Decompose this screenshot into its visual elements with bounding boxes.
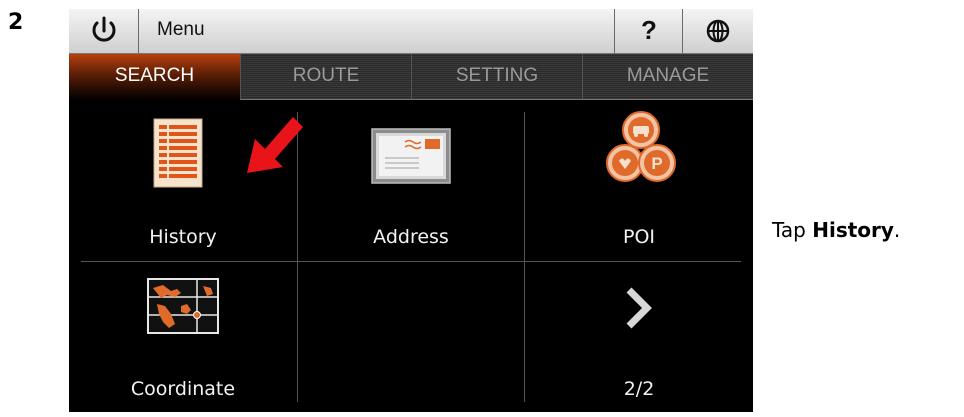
- language-button[interactable]: [683, 9, 753, 53]
- instruction-target: History: [812, 218, 894, 242]
- next-page-button[interactable]: 2/2: [525, 262, 753, 412]
- power-icon: [92, 16, 116, 42]
- svg-text:P: P: [651, 154, 662, 173]
- instruction-suffix: .: [893, 218, 901, 242]
- help-button[interactable]: ?: [615, 9, 683, 53]
- tab-setting[interactable]: SETTING: [411, 54, 582, 100]
- address-button[interactable]: Address: [298, 100, 524, 262]
- coordinate-button[interactable]: Coordinate: [69, 262, 297, 412]
- history-label: History: [149, 226, 217, 248]
- globe-icon: [706, 19, 730, 43]
- tab-route[interactable]: ROUTE: [240, 54, 411, 100]
- menu-button[interactable]: Menu: [139, 9, 615, 53]
- empty-cell: [298, 262, 524, 412]
- history-list-icon: [153, 118, 203, 188]
- poi-label: POI: [622, 226, 656, 248]
- poi-button[interactable]: P POI: [525, 100, 753, 262]
- poi-icon: P: [606, 111, 676, 182]
- step-number: 2: [8, 10, 24, 35]
- device-screen: Menu ? SEARCH ROUTE SETTING MANAGE Histo…: [69, 9, 753, 412]
- power-button[interactable]: [69, 9, 139, 53]
- envelope-icon: [371, 128, 451, 184]
- instruction-text: Tap History.: [772, 218, 900, 242]
- help-icon: ?: [641, 15, 657, 45]
- address-label: Address: [373, 226, 449, 248]
- coordinate-label: Coordinate: [130, 378, 236, 400]
- map-coordinate-icon: [147, 278, 219, 334]
- tab-search[interactable]: SEARCH: [69, 54, 240, 100]
- top-bar: Menu ?: [69, 9, 753, 54]
- instruction-prefix: Tap: [772, 218, 813, 242]
- page-indicator: 2/2: [623, 378, 655, 400]
- next-page-chevron-icon: [626, 287, 652, 329]
- tab-bar: SEARCH ROUTE SETTING MANAGE: [69, 54, 753, 100]
- menu-label: Menu: [157, 19, 205, 40]
- tab-manage[interactable]: MANAGE: [582, 54, 753, 100]
